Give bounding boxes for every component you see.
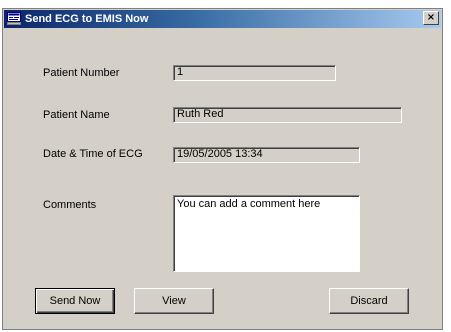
close-icon: × [426,12,436,23]
send-now-button[interactable]: Send Now [35,288,115,314]
patient-number-label: Patient Number [43,67,120,79]
view-button[interactable]: View [134,288,214,314]
ecg-datetime-field[interactable]: 19/05/2005 13:34 [173,147,360,163]
app-window-icon [7,12,21,25]
patient-name-field[interactable]: Ruth Red [173,107,402,123]
dialog-window: Send ECG to EMIS Now × Patient Number 1 … [2,8,443,330]
comments-textarea[interactable]: You can add a comment here [173,195,360,272]
ecg-datetime-label: Date & Time of ECG [43,148,143,160]
window-title: Send ECG to EMIS Now [25,13,149,25]
title-bar[interactable]: Send ECG to EMIS Now × [4,10,441,28]
patient-number-field[interactable]: 1 [173,65,336,81]
patient-name-label: Patient Name [43,109,110,121]
comments-label: Comments [43,199,97,211]
close-button[interactable]: × [423,11,439,25]
discard-button[interactable]: Discard [329,288,409,314]
